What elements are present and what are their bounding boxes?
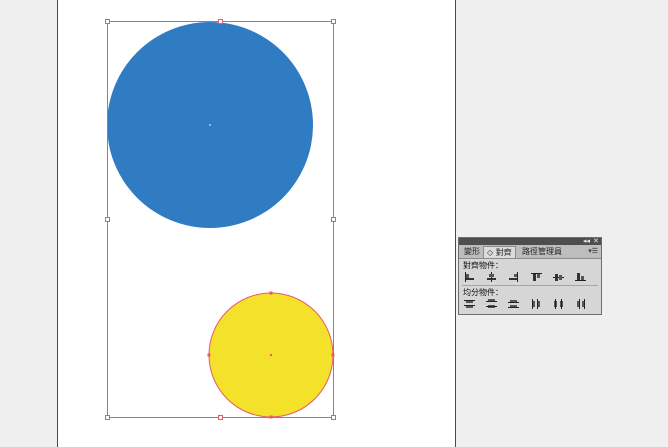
tab-pathfinder[interactable]: 路徑管理員 — [519, 246, 565, 258]
canvas-workspace[interactable]: ◂◂ ✕ 變形 ◇ 對齊 路徑管理員 ▾☰ 對齊物件： 均分物件： — [0, 0, 668, 447]
align-panel[interactable]: ◂◂ ✕ 變形 ◇ 對齊 路徑管理員 ▾☰ 對齊物件： 均分物件： — [458, 237, 602, 315]
distribute-bottom-icon[interactable] — [508, 299, 519, 309]
distribute-top-icon[interactable] — [464, 299, 475, 309]
distribute-horizontal-center-icon[interactable] — [553, 299, 564, 309]
align-horizontal-center-icon[interactable] — [486, 272, 497, 282]
align-left-icon[interactable] — [464, 272, 475, 282]
align-top-icon[interactable] — [531, 272, 542, 282]
panel-tabs: 變形 ◇ 對齊 路徑管理員 ▾☰ — [459, 245, 601, 259]
close-icon[interactable]: ✕ — [593, 237, 599, 245]
panel-menu-icon[interactable]: ▾☰ — [588, 246, 598, 256]
artwork-layer — [105, 19, 336, 420]
align-vertical-center-icon[interactable] — [553, 272, 564, 282]
align-objects-label: 對齊物件： — [463, 261, 503, 270]
align-right-icon[interactable] — [508, 272, 519, 282]
distribute-right-icon[interactable] — [575, 299, 586, 309]
distribute-left-icon[interactable] — [531, 299, 542, 309]
double-chevron-icon[interactable]: ◂◂ — [583, 237, 590, 245]
tab-align[interactable]: ◇ 對齊 — [483, 246, 516, 258]
align-bottom-icon[interactable] — [575, 272, 586, 282]
distribute-objects-label: 均分物件： — [463, 288, 503, 297]
panel-divider — [462, 285, 598, 286]
tab-transform[interactable]: 變形 — [461, 246, 483, 258]
blue-circle-center — [209, 124, 211, 126]
panel-title-bar[interactable]: ◂◂ ✕ — [459, 237, 601, 245]
distribute-vertical-center-icon[interactable] — [486, 299, 497, 309]
